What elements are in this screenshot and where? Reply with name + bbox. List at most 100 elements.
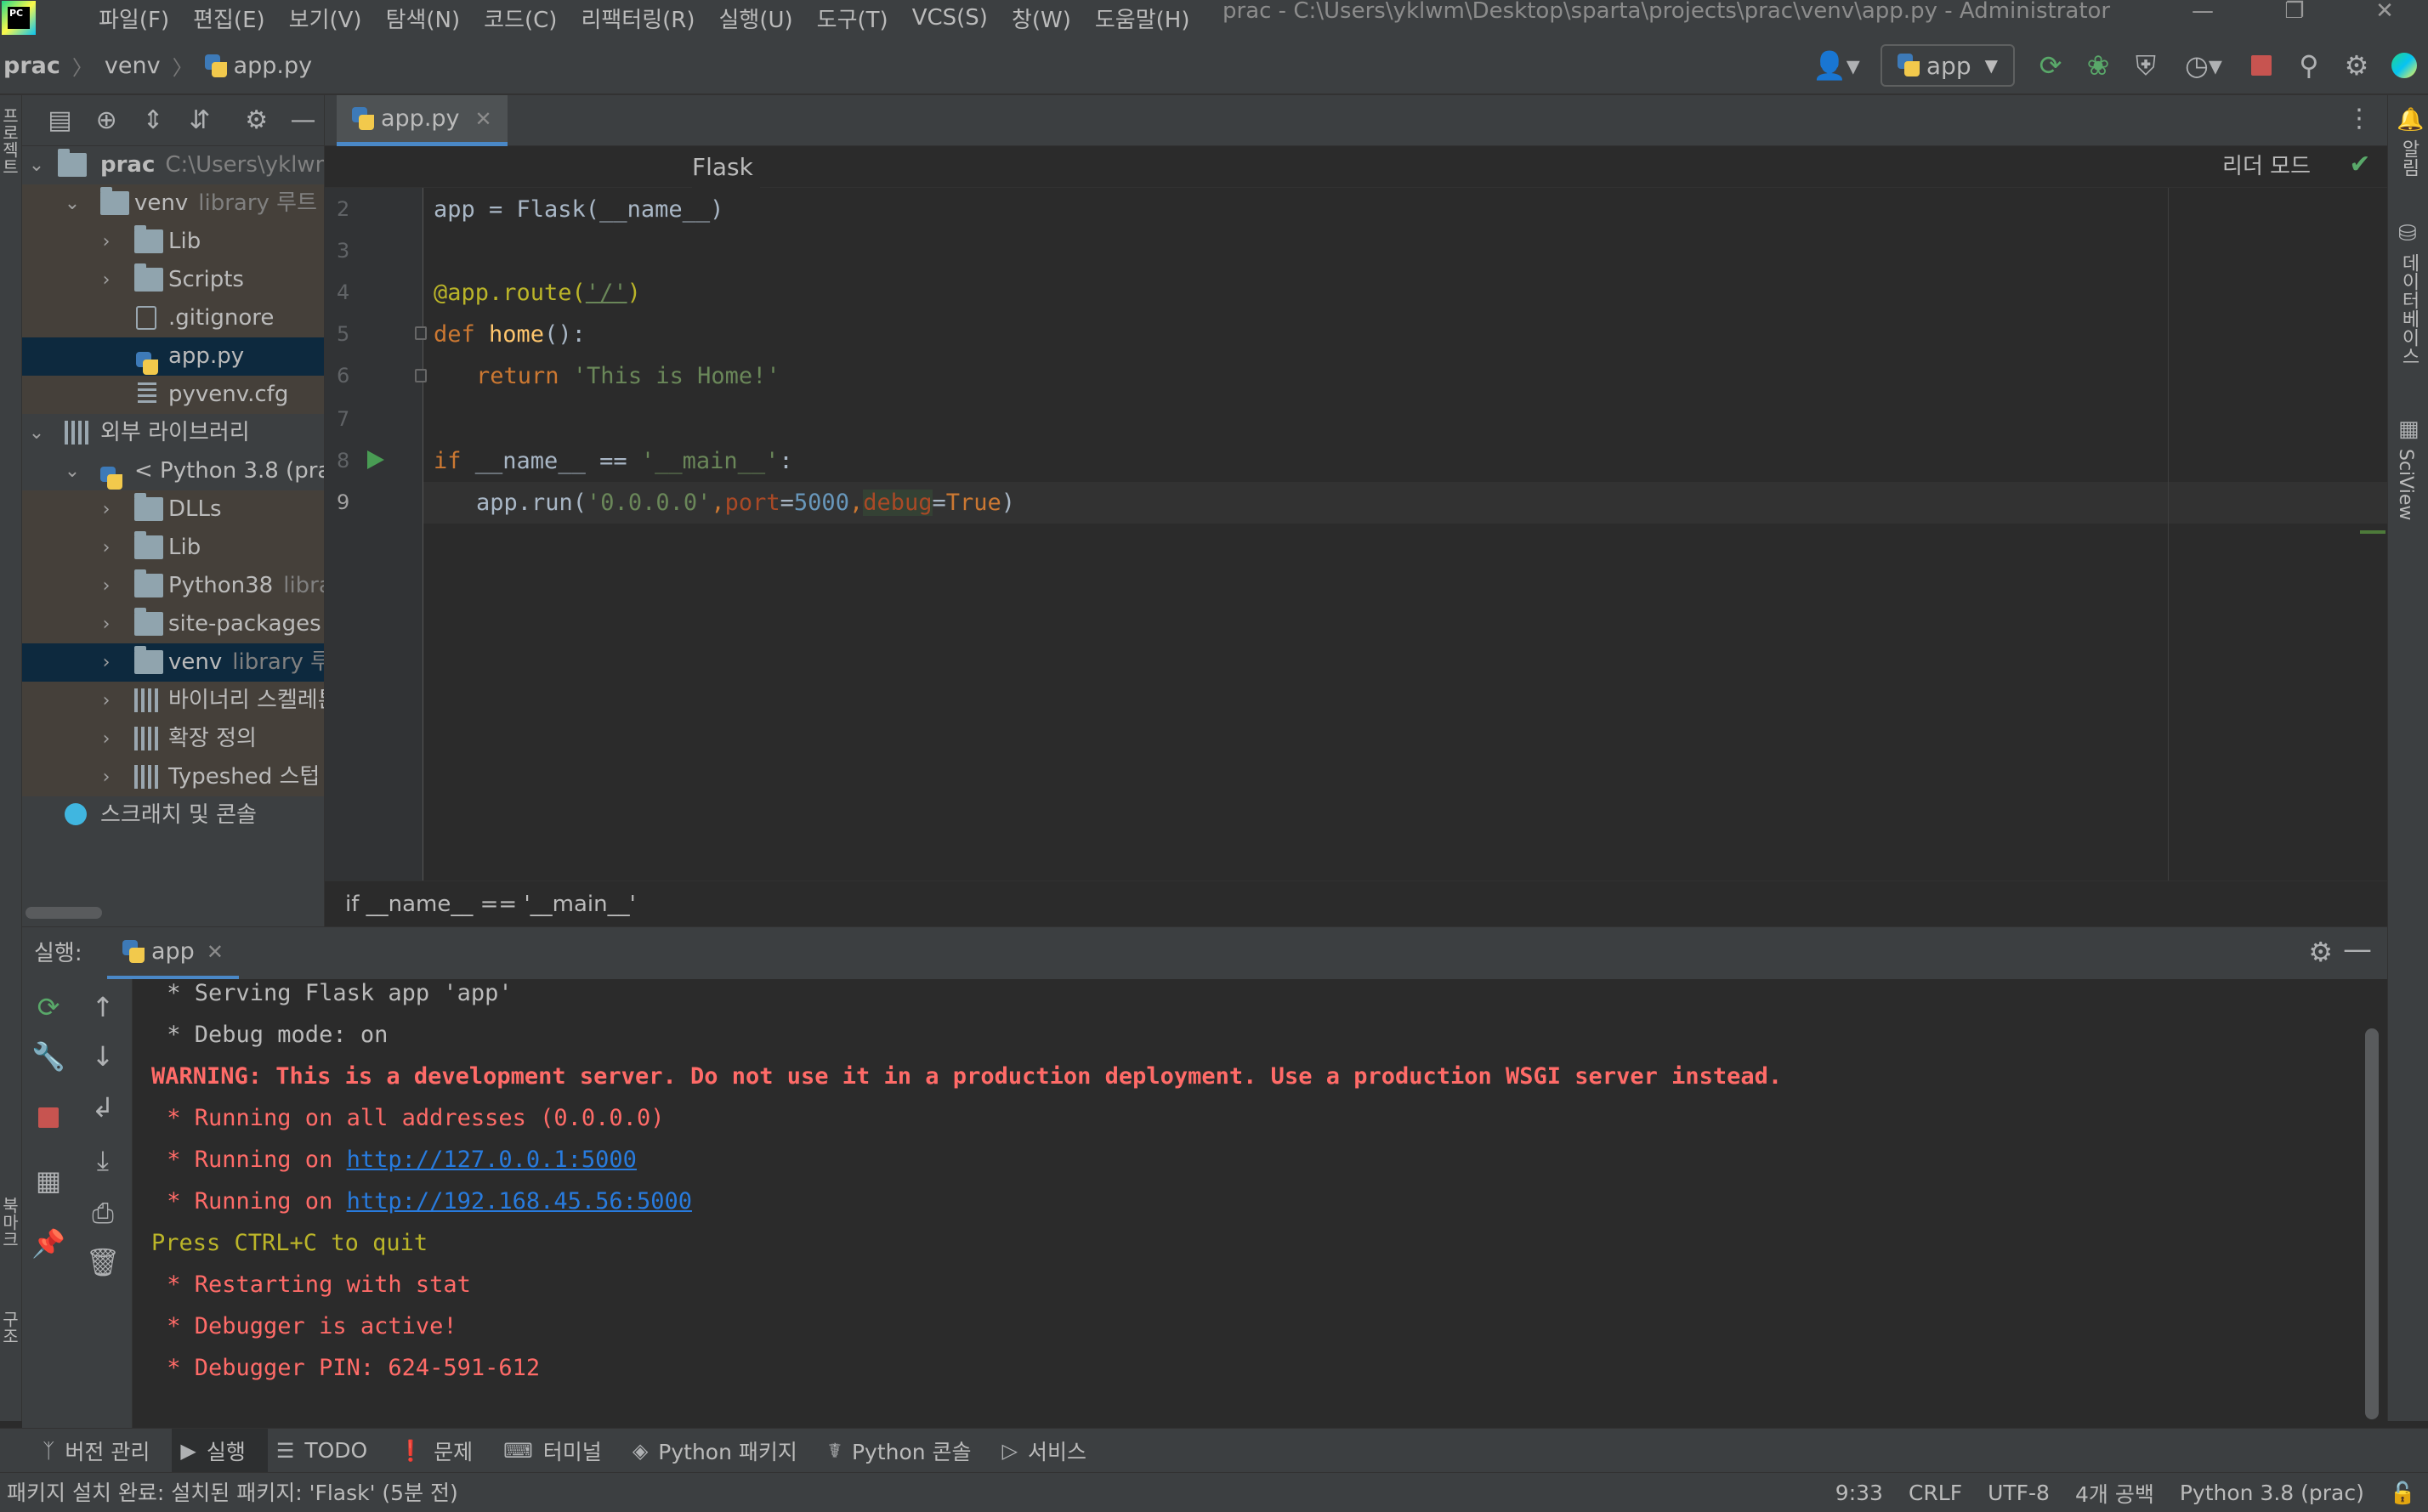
menu-window[interactable]: 창(W) [1000,3,1083,34]
run-configuration-selector[interactable]: app ▼ [1880,44,2015,87]
chevron-right-icon[interactable]: › [95,643,117,682]
breadcrumb-file[interactable]: app.py [204,53,312,79]
arrow-down-icon[interactable]: ↓ [82,1035,124,1078]
soft-wrap-icon[interactable]: ↲ [82,1086,124,1129]
wrench-icon[interactable]: 🔧 [27,1035,70,1078]
jetbrains-icon[interactable] [2380,42,2428,89]
chevron-right-icon[interactable]: › [95,223,117,261]
tree-item-scratches[interactable]: 스크래치 및 콘솔 [22,796,324,835]
toolwindow-todo[interactable]: ☰ TODO [268,1429,389,1473]
hide-icon[interactable]: — [282,99,324,143]
tree-item-app-py[interactable]: app.py [22,337,324,376]
code-editor[interactable]: 2 3 4 5 6 7 8 9 app = Flask(__name__) @a… [325,146,2387,881]
toolwindow-problems[interactable]: ❗ 문제 [389,1429,495,1473]
minimize-icon[interactable]: — [2343,932,2372,966]
localhost-link[interactable]: http://127.0.0.1:5000 [347,1147,637,1173]
indent-setting[interactable]: 4개 공백 [2075,1478,2154,1509]
chevron-right-icon[interactable]: › [95,261,117,299]
toolwindow-terminal[interactable]: ⌨ 터미널 [495,1429,624,1473]
tree-item-typeshed[interactable]: › Typeshed 스텁 [22,758,324,796]
tree-item-venv2[interactable]: › venv library 루트 [22,643,324,682]
stop-icon[interactable] [27,1096,70,1139]
chevron-down-icon[interactable]: ⌄ [26,414,48,452]
chevron-down-icon[interactable]: ⌄ [61,452,83,490]
expand-all-icon[interactable]: ⇕ [133,99,174,143]
coverage-icon[interactable]: ⛨ [2122,42,2170,89]
menu-vcs[interactable]: VCS(S) [900,5,1000,31]
sciview-tool-button[interactable]: SciView [2395,449,2416,520]
rerun-icon[interactable]: ⟳ [2027,42,2074,89]
project-tool-button[interactable]: 프로젝트 [0,107,22,175]
structure-tool-button[interactable]: 구조 [0,1311,22,1345]
collapse-all-icon[interactable]: ⇵ [179,99,220,143]
fold-marker-icon[interactable] [415,326,427,340]
print-icon[interactable]: ⎙ [82,1192,124,1234]
scroll-to-end-icon[interactable]: ⤓ [82,1139,124,1181]
run-gutter-icon[interactable] [367,450,384,469]
tree-item-site-packages[interactable]: › site-packages [22,605,324,643]
tree-item-gitignore[interactable]: .gitignore [22,299,324,337]
select-opened-file-icon[interactable]: ▤ [39,99,81,143]
debug-icon[interactable]: ❀ [2074,42,2122,89]
menu-code[interactable]: 코드(C) [472,3,569,34]
chevron-down-icon[interactable]: ⌄ [26,146,48,184]
menu-refactor[interactable]: 리팩터링(R) [569,3,706,34]
more-vertical-icon[interactable]: ⋮ [2346,104,2372,133]
menu-edit[interactable]: 편집(E) [181,3,277,34]
file-encoding[interactable]: UTF-8 [1988,1481,2050,1505]
tree-item-venv[interactable]: ⌄ venv library 루트 [22,184,324,223]
chevron-right-icon[interactable]: › [95,682,117,720]
chevron-right-icon[interactable]: › [95,605,117,643]
breadcrumb-project[interactable]: prac [3,53,60,79]
chevron-down-icon[interactable]: ⌄ [61,184,83,223]
toolwindow-version-control[interactable]: ᛉ 버전 관리 [34,1429,172,1473]
horizontal-scrollbar[interactable] [26,907,102,919]
tree-item-lib[interactable]: › Lib [22,223,324,261]
locate-icon[interactable]: ⊕ [86,99,128,143]
run-console[interactable]: * Serving Flask app 'app' * Debug mode: … [133,979,2387,1428]
close-window-button[interactable]: ✕ [2348,0,2421,36]
profile-icon[interactable]: ◷▾ [2170,42,2238,89]
arrow-up-icon[interactable]: ↑ [82,986,124,1028]
layout-icon[interactable]: ▦ [27,1159,70,1202]
reader-mode-toggle[interactable]: 리더 모드 [2222,146,2311,188]
tree-item-extended-definitions[interactable]: › 확장 정의 [22,720,324,758]
vertical-scrollbar[interactable] [2365,1028,2379,1419]
tree-item-binary-skeletons[interactable]: › 바이너리 스켈레톤 [22,682,324,720]
settings-icon[interactable]: ⚙ [2333,42,2380,89]
chevron-right-icon[interactable]: › [95,720,117,758]
search-icon[interactable]: ⚲ [2285,42,2333,89]
breadcrumb-scope[interactable]: if __name__ == '__main__' [345,881,636,927]
menu-navigate[interactable]: 탐색(N) [374,3,473,34]
check-icon[interactable]: ✔ [2343,150,2377,184]
close-tab-icon[interactable]: ✕ [475,107,492,131]
stop-icon[interactable] [2238,42,2285,89]
restore-button[interactable]: ❐ [2258,0,2331,36]
bookmarks-tool-button[interactable]: 북마크 [0,1197,22,1248]
tree-item-lib2[interactable]: › Lib [22,529,324,567]
python-interpreter[interactable]: Python 3.8 (prac) [2180,1481,2364,1505]
run-tab-app[interactable]: app ✕ [107,927,239,980]
pycharm-logo-icon[interactable]: PC [2,1,36,35]
breadcrumb-folder[interactable]: venv [105,53,161,79]
rerun-icon[interactable]: ⟳ [27,986,70,1028]
menu-file[interactable]: 파일(F) [87,3,181,34]
toolwindow-python-packages[interactable]: ◈ Python 패키지 [624,1429,820,1473]
fold-marker-icon[interactable] [415,369,427,382]
close-tab-icon[interactable]: ✕ [207,940,224,964]
lock-icon[interactable]: 🔓 [2390,1481,2416,1506]
menu-tools[interactable]: 도구(T) [805,3,900,34]
tab-app-py[interactable]: app.py ✕ [337,95,508,146]
menu-help[interactable]: 도움말(H) [1083,3,1202,34]
caret-position[interactable]: 9:33 [1835,1481,1883,1505]
toolwindow-run[interactable]: ▶ 실행 [172,1428,268,1473]
line-separator[interactable]: CRLF [1909,1481,1962,1505]
chevron-right-icon[interactable]: › [95,758,117,796]
notifications-tool-button[interactable]: 알림 [2395,139,2422,177]
trash-icon[interactable]: 🗑 [82,1241,124,1283]
minimize-button[interactable]: — [2166,0,2239,36]
chevron-right-icon[interactable]: › [95,490,117,529]
gear-icon[interactable]: ⚙ [2308,936,2333,968]
toolwindow-services[interactable]: ▷ 서비스 [994,1429,1109,1473]
tree-item-python-sdk[interactable]: ⌄ < Python 3.8 (prac) > [22,452,324,490]
